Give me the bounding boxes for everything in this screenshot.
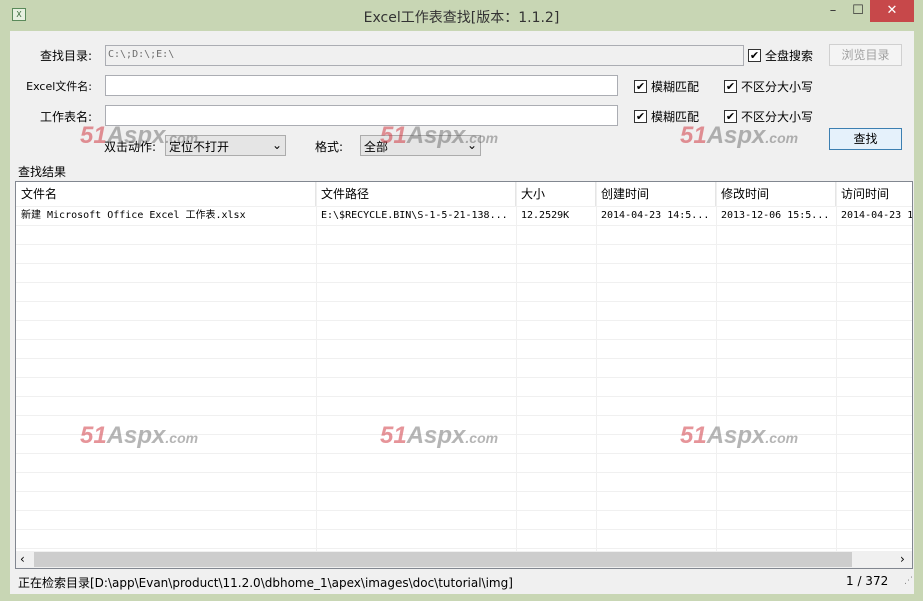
grid-line [16, 244, 912, 245]
close-button[interactable]: ✕ [870, 0, 914, 22]
watermark-logo: 51Aspx.com [380, 122, 499, 149]
column-header-accessed[interactable]: 访问时间 [836, 182, 912, 206]
cell-name[interactable]: 新建 Microsoft Office Excel 工作表.xlsx [16, 206, 316, 225]
search-button[interactable]: 查找 [829, 128, 902, 150]
maximize-button[interactable]: ☐ [846, 0, 870, 22]
grid-line [516, 182, 517, 554]
horizontal-scrollbar[interactable]: ‹ › [16, 551, 912, 568]
grid-line [16, 529, 912, 530]
grid-line [16, 510, 912, 511]
scroll-left-icon[interactable]: ‹ [20, 552, 25, 566]
format-label: 格式: [315, 140, 344, 154]
grid-line [16, 472, 912, 473]
scroll-right-icon[interactable]: › [900, 552, 905, 566]
grid-line [16, 339, 912, 340]
grid-line [716, 182, 717, 554]
dir-label: 查找目录: [39, 49, 92, 63]
grid-line [16, 415, 912, 416]
watermark-logo: 51Aspx.com [680, 122, 799, 149]
results-group-label: 查找结果 [18, 165, 67, 179]
cell-created[interactable]: 2014-04-23 14:5... [596, 206, 716, 225]
browse-button[interactable]: 浏览目录 [829, 44, 902, 66]
grid-line [596, 182, 597, 554]
cell-size[interactable]: 12.2529K [516, 206, 596, 225]
watermark-logo: 51Aspx.com [380, 422, 499, 449]
full-disk-label: 全盘搜索 [765, 49, 814, 63]
grid-line [16, 548, 912, 549]
watermark-logo: 51Aspx.com [80, 122, 199, 149]
grid-line [16, 282, 912, 283]
ignore-case-label: 不区分大小写 [741, 80, 814, 94]
column-header-name[interactable]: 文件名 [16, 182, 316, 206]
column-header-size[interactable]: 大小 [516, 182, 596, 206]
watermark-logo: 51Aspx.com [680, 422, 799, 449]
grid-line [16, 358, 912, 359]
watermark-logo: 51Aspx.com [80, 422, 199, 449]
file-input[interactable] [105, 75, 618, 96]
fuzzy-label: 模糊匹配 [651, 80, 700, 94]
check-icon: ✔ [724, 80, 737, 93]
status-progress: 1 / 372 [846, 574, 889, 588]
full-disk-checkbox[interactable]: ✔ 全盘搜索 [748, 47, 813, 64]
grid-line [836, 182, 837, 554]
window-title: Excel工作表查找[版本：1.1.2] [363, 10, 560, 26]
grid-line [316, 182, 317, 554]
title-bar: X Excel工作表查找[版本：1.1.2] – ☐ ✕ [0, 0, 923, 32]
file-label: Excel文件名: [26, 80, 92, 93]
dir-input[interactable]: C:\;D:\;E:\ [105, 45, 744, 66]
grid-line [16, 396, 912, 397]
column-header-path[interactable]: 文件路径 [316, 182, 516, 206]
column-header-modified[interactable]: 修改时间 [716, 182, 836, 206]
column-header-created[interactable]: 创建时间 [596, 182, 716, 206]
grid-line [16, 491, 912, 492]
chevron-down-icon: ⌄ [271, 138, 282, 152]
cell-modified[interactable]: 2013-12-06 15:5... [716, 206, 836, 225]
minimize-button[interactable]: – [820, 0, 846, 22]
grid-line [16, 263, 912, 264]
grid-line [16, 453, 912, 454]
file-ignore-case-checkbox[interactable]: ✔ 不区分大小写 [724, 78, 813, 95]
grid-line [16, 377, 912, 378]
check-icon: ✔ [748, 49, 761, 62]
grid-line [16, 225, 912, 226]
results-table: 文件名 文件路径 大小 创建时间 修改时间 访问时间 新建 Microsoft … [15, 181, 913, 569]
file-fuzzy-checkbox[interactable]: ✔ 模糊匹配 [634, 78, 699, 95]
status-text: 正在检索目录[D:\app\Evan\product\11.2.0\dbhome… [18, 576, 513, 590]
cell-accessed[interactable]: 2014-04-23 1 [836, 206, 912, 225]
check-icon: ✔ [634, 80, 647, 93]
resize-grip-icon[interactable]: ⋰ [904, 576, 913, 586]
grid-line [16, 301, 912, 302]
grid-line [16, 320, 912, 321]
check-icon: ✔ [634, 110, 647, 123]
cell-path[interactable]: E:\$RECYCLE.BIN\S-1-5-21-138... [316, 206, 516, 225]
scrollbar-thumb[interactable] [34, 552, 852, 567]
